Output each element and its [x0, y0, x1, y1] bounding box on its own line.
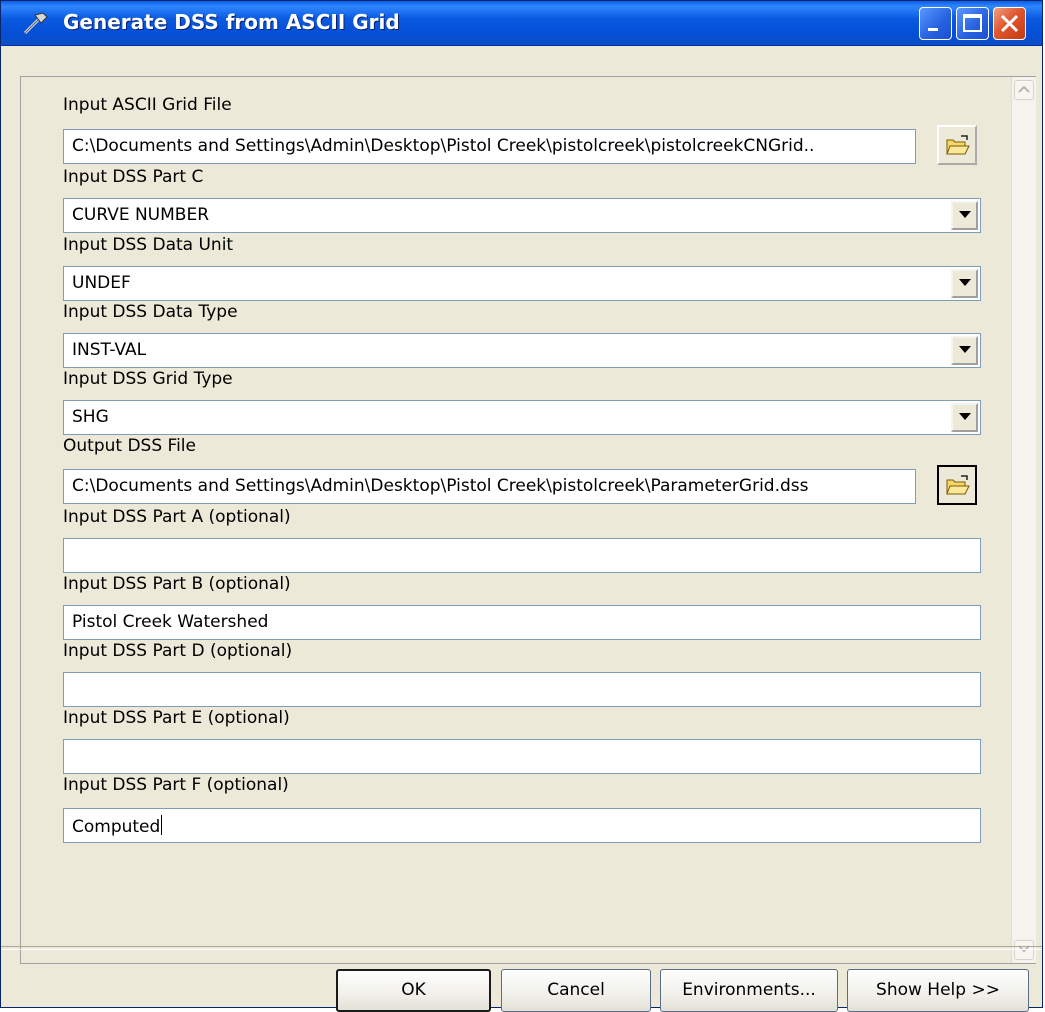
chevron-down-icon: [959, 413, 971, 420]
chevron-down-icon: [959, 346, 971, 353]
part-a-label: Input DSS Part A (optional): [63, 507, 291, 527]
grid-type-value: SHG: [72, 407, 109, 427]
part-f-label: Input DSS Part F (optional): [63, 775, 289, 795]
divider: [1, 946, 1042, 950]
part-e-field[interactable]: [63, 739, 981, 774]
open-folder-icon: [946, 135, 970, 155]
output-dss-browse-button[interactable]: [937, 465, 977, 505]
ok-button[interactable]: OK: [336, 969, 491, 1012]
input-ascii-label: Input ASCII Grid File: [63, 95, 232, 115]
environments-button[interactable]: Environments...: [660, 969, 838, 1012]
part-a-field[interactable]: [63, 538, 981, 573]
data-unit-value: UNDEF: [72, 273, 131, 293]
data-unit-dropdown-button[interactable]: [951, 269, 978, 298]
vertical-scrollbar[interactable]: [1011, 77, 1036, 963]
data-unit-label: Input DSS Data Unit: [63, 235, 234, 255]
data-unit-combobox[interactable]: UNDEF: [63, 266, 981, 301]
part-e-label: Input DSS Part E (optional): [63, 708, 290, 728]
scroll-up-button[interactable]: [1014, 80, 1034, 100]
window-title: Generate DSS from ASCII Grid: [63, 10, 400, 34]
part-c-label: Input DSS Part C: [63, 167, 204, 187]
maximize-button[interactable]: [956, 7, 989, 40]
data-type-value: INST-VAL: [72, 340, 147, 360]
input-ascii-field[interactable]: C:\Documents and Settings\Admin\Desktop\…: [63, 129, 916, 164]
part-f-field[interactable]: Computed: [63, 808, 981, 843]
show-help-button[interactable]: Show Help >>: [847, 969, 1029, 1012]
close-button[interactable]: [993, 7, 1026, 40]
scroll-down-button[interactable]: [1014, 940, 1034, 960]
input-ascii-browse-button[interactable]: [937, 125, 977, 165]
minimize-icon: [928, 28, 938, 31]
part-d-label: Input DSS Part D (optional): [63, 641, 293, 661]
chevron-up-icon: [1018, 85, 1030, 93]
dialog-client: Input ASCII Grid File C:\Documents and S…: [1, 46, 1042, 1012]
text-caret: [161, 815, 163, 835]
close-icon: [1000, 14, 1019, 33]
grid-type-label: Input DSS Grid Type: [63, 369, 233, 389]
cancel-button[interactable]: Cancel: [501, 969, 651, 1012]
data-type-label: Input DSS Data Type: [63, 302, 238, 322]
part-f-value: Computed: [72, 817, 161, 837]
open-folder-icon: [946, 475, 970, 495]
part-c-value: CURVE NUMBER: [72, 205, 210, 225]
data-type-combobox[interactable]: INST-VAL: [63, 333, 981, 368]
parameters-panel: Input ASCII Grid File C:\Documents and S…: [20, 76, 1036, 964]
maximize-icon: [963, 14, 982, 32]
grid-type-dropdown-button[interactable]: [951, 403, 978, 432]
part-c-dropdown-button[interactable]: [951, 201, 978, 230]
part-b-label: Input DSS Part B (optional): [63, 574, 291, 594]
tool-dialog-window: Generate DSS from ASCII Grid Input ASCII…: [0, 0, 1043, 1012]
hammer-icon: [21, 9, 51, 37]
minimize-button[interactable]: [919, 7, 952, 40]
chevron-down-icon: [959, 211, 971, 218]
output-dss-field[interactable]: C:\Documents and Settings\Admin\Desktop\…: [63, 469, 916, 504]
part-b-field[interactable]: Pistol Creek Watershed: [63, 605, 981, 640]
chevron-down-icon: [959, 279, 971, 286]
part-c-combobox[interactable]: CURVE NUMBER: [63, 198, 981, 233]
grid-type-combobox[interactable]: SHG: [63, 400, 981, 435]
output-dss-label: Output DSS File: [63, 436, 196, 456]
title-bar[interactable]: Generate DSS from ASCII Grid: [1, 1, 1042, 46]
data-type-dropdown-button[interactable]: [951, 336, 978, 365]
part-d-field[interactable]: [63, 672, 981, 707]
